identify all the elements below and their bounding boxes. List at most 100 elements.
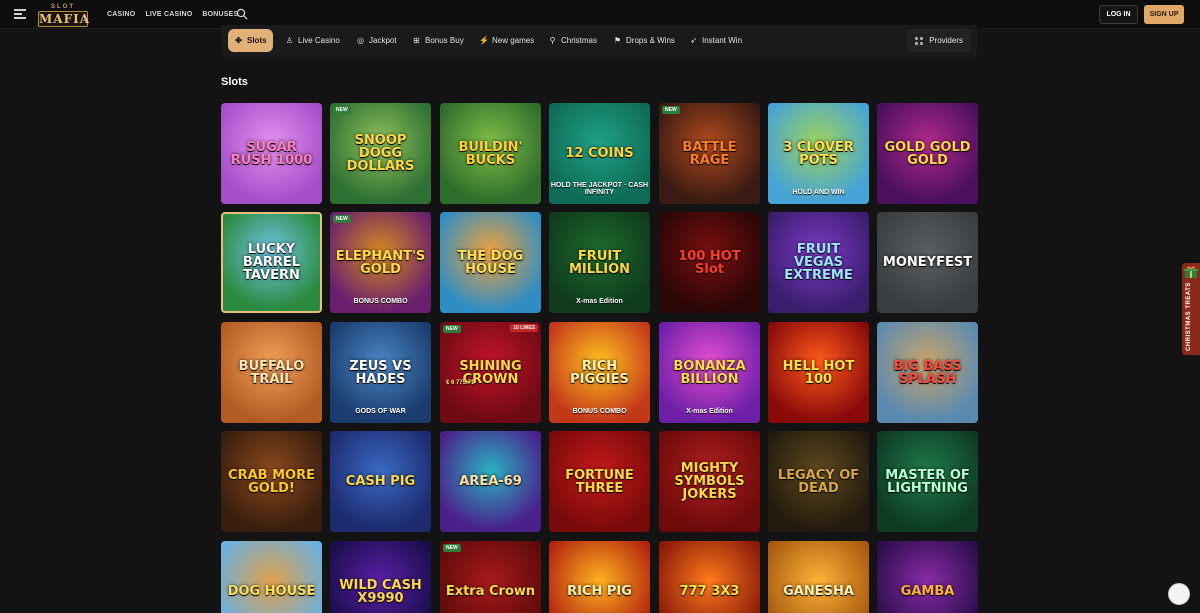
game-tile[interactable]: 12 COINS HOLD THE JACKPOT · CASH INFINITY [549, 103, 650, 204]
game-title: GOLD GOLD GOLD [884, 139, 971, 168]
game-tile[interactable]: 777 3X3 [659, 541, 760, 613]
game-tile[interactable]: BIG BASS SPLASH [877, 322, 978, 423]
game-title: DOG HOUSE [227, 584, 316, 599]
christmas-icon: ⚲ [549, 36, 556, 45]
new-badge: NEW [443, 325, 461, 333]
game-title: LUCKY BARREL TAVERN [242, 242, 301, 283]
game-tile[interactable]: GANESHA [768, 541, 869, 613]
game-tile[interactable]: CRAB MORE GOLD! [221, 431, 322, 532]
search-icon[interactable] [236, 8, 248, 20]
logo[interactable]: SLOT MAFIA [38, 4, 91, 27]
christmas-treats-tab[interactable]: CHRISTMAS TREATS [1182, 263, 1200, 355]
logo-main-text: MAFIA [38, 11, 91, 27]
game-tile[interactable]: FRUIT MILLION X-mas Edition [549, 212, 650, 313]
game-tile[interactable]: Extra Crown NEW [440, 541, 541, 613]
game-title: GANESHA [783, 584, 854, 599]
game-tile[interactable]: BUILDIN' BUCKS [440, 103, 541, 204]
game-title: SNOOP DOGG DOLLARS [346, 133, 415, 174]
game-tile[interactable]: WILD CASH X9990 [330, 541, 431, 613]
game-tile[interactable]: SHINING CROWN NEW 10 LINES € 6 775.71 [440, 322, 541, 423]
gift-icon [1184, 266, 1198, 278]
category-live-casino[interactable]: ♙ Live Casino [279, 29, 346, 52]
game-tile[interactable]: SUGAR RUSH 1000 [221, 103, 322, 204]
game-tile[interactable]: ELEPHANT'S GOLD BONUS COMBO NEW [330, 212, 431, 313]
game-tile[interactable]: ZEUS VS HADES GODS OF WAR [330, 322, 431, 423]
game-tile[interactable]: CASH PIG [330, 431, 431, 532]
new-badge: NEW [333, 215, 351, 223]
christmas-treats-label: CHRISTMAS TREATS [1186, 282, 1192, 351]
category-label: Bonus Buy [425, 36, 464, 45]
game-tile[interactable]: HELL HOT 100 [768, 322, 869, 423]
live-casino-icon: ♙ [285, 36, 294, 45]
game-tile[interactable]: SNOOP DOGG DOLLARS NEW [330, 103, 431, 204]
game-title: LEGACY OF DEAD [777, 467, 860, 496]
nav-casino[interactable]: CASINO [107, 11, 135, 18]
game-title: Extra Crown [445, 584, 536, 599]
game-tile[interactable]: BONANZA BILLION X-mas Edition [659, 322, 760, 423]
main-nav: CASINO LIVE CASINO BONUSES [107, 0, 238, 29]
slots-icon: ✤ [235, 36, 242, 45]
login-button[interactable]: LOG IN [1099, 5, 1138, 24]
category-bonus-buy[interactable]: ⊞ Bonus Buy [406, 29, 470, 52]
game-subtitle: X-mas Edition [576, 298, 623, 305]
game-title: FRUIT VEGAS EXTREME [784, 242, 853, 283]
game-tile[interactable]: GOLD GOLD GOLD [877, 103, 978, 204]
game-title: HELL HOT 100 [782, 358, 855, 387]
game-tile[interactable]: GAMBA [877, 541, 978, 613]
game-tile[interactable]: 3 CLOVER POTS HOLD AND WIN [768, 103, 869, 204]
game-tile[interactable]: MASTER OF LIGHTNING [877, 431, 978, 532]
game-title: THE DOG HOUSE [457, 248, 524, 277]
game-title: ELEPHANT'S GOLD [335, 248, 426, 277]
game-subtitle: BONUS COMBO [353, 298, 408, 305]
game-tile[interactable]: RICH PIG [549, 541, 650, 613]
game-tile[interactable]: DOG HOUSE [221, 541, 322, 613]
game-tile[interactable]: LEGACY OF DEAD [768, 431, 869, 532]
category-instant-win[interactable]: ➶ Instant Win [683, 29, 748, 52]
game-title: MASTER OF LIGHTNING [885, 467, 970, 496]
logo-top-text: SLOT [51, 4, 75, 10]
game-title: MIGHTY SYMBOLS JOKERS [674, 461, 745, 502]
game-title: CASH PIG [345, 474, 416, 489]
category-label: New games [492, 36, 535, 45]
game-tile[interactable]: AREA-69 [440, 431, 541, 532]
game-title: AREA-69 [459, 474, 522, 489]
bonus-buy-icon: ⊞ [413, 36, 420, 45]
new-badge: NEW [662, 106, 680, 114]
category-drops-wins[interactable]: ⚑ Drops & Wins [607, 29, 681, 52]
category-label: Drops & Wins [626, 36, 675, 45]
game-tile[interactable]: BATTLE RAGE NEW [659, 103, 760, 204]
game-title: BUILDIN' BUCKS [458, 139, 523, 168]
game-title: RICH PIG [567, 584, 632, 599]
signup-button[interactable]: SIGN UP [1144, 5, 1184, 24]
game-title: BIG BASS SPLASH [893, 358, 962, 387]
game-title: 777 3X3 [679, 584, 740, 599]
game-tile[interactable]: THE DOG HOUSE [440, 212, 541, 313]
game-title: MONEYFEST [882, 255, 973, 270]
chat-support-icon[interactable] [1168, 583, 1190, 605]
game-tile[interactable]: LUCKY BARREL TAVERN [221, 212, 322, 313]
game-title: CRAB MORE GOLD! [228, 467, 315, 496]
category-slots[interactable]: ✤ Slots [228, 29, 273, 52]
drops-wins-icon: ⚑ [613, 36, 622, 45]
game-title: SUGAR RUSH 1000 [230, 139, 313, 168]
category-jackpot[interactable]: ◎ Jackpot [350, 29, 403, 52]
game-tile[interactable]: MONEYFEST [877, 212, 978, 313]
hamburger-menu-icon[interactable] [14, 9, 26, 19]
game-tile[interactable]: RICH PIGGIES BONUS COMBO [549, 322, 650, 423]
providers-button[interactable]: Providers [907, 29, 971, 52]
category-christmas[interactable]: ⚲ Christmas [542, 29, 603, 52]
game-tile[interactable]: FRUIT VEGAS EXTREME [768, 212, 869, 313]
category-label: Live Casino [298, 36, 340, 45]
jackpot-icon: ◎ [357, 36, 364, 45]
game-tile[interactable]: FORTUNE THREE [549, 431, 650, 532]
game-title: FRUIT MILLION [568, 248, 631, 277]
game-tile[interactable]: BUFFALO TRAIL [221, 322, 322, 423]
nav-bonuses[interactable]: BONUSES [202, 11, 238, 18]
game-tile[interactable]: MIGHTY SYMBOLS JOKERS [659, 431, 760, 532]
nav-live-casino[interactable]: LIVE CASINO [145, 11, 192, 18]
category-new-games[interactable]: ⚡ New games [473, 29, 540, 52]
game-title: RICH PIGGIES [570, 358, 629, 387]
category-bar: ✤ Slots ♙ Live Casino ◎ Jackpot ⊞ Bonus Buy … [221, 25, 977, 58]
game-tile[interactable]: 100 HOT Slot [659, 212, 760, 313]
lines-badge: 10 LINES [510, 324, 538, 332]
